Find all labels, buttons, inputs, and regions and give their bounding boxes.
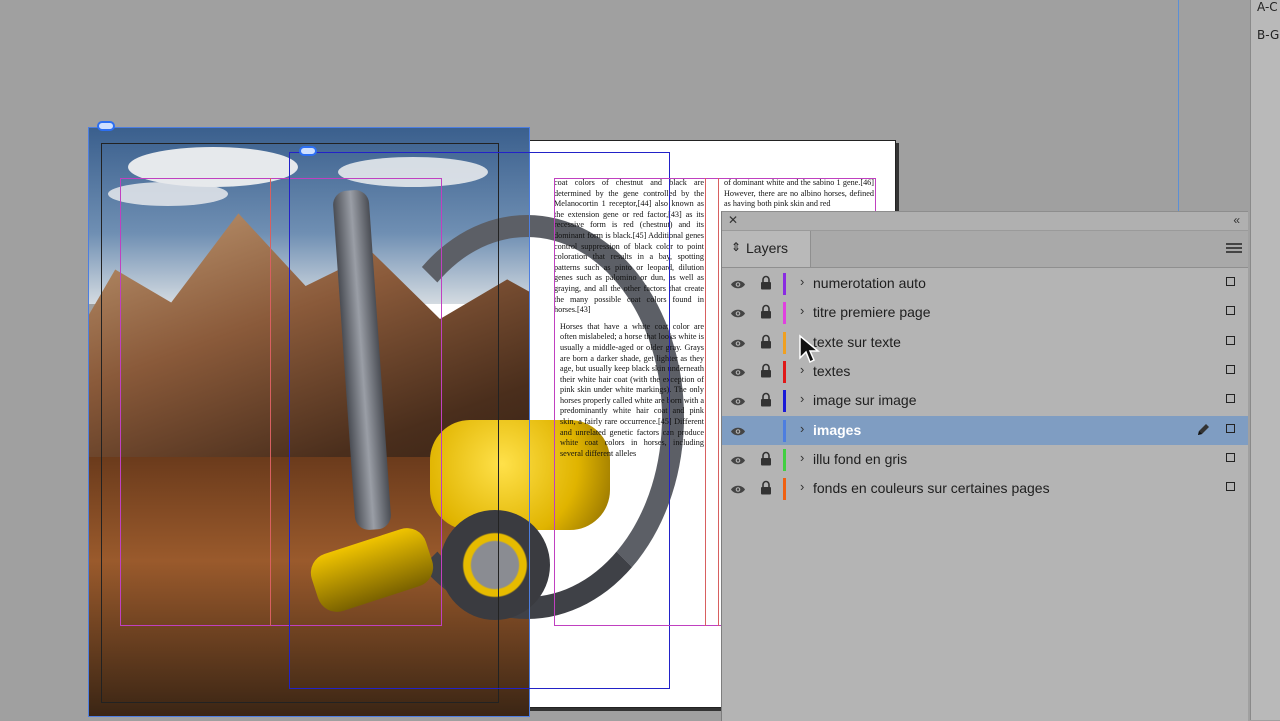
mouse-pointer-icon bbox=[799, 334, 820, 364]
chevron-right-icon[interactable]: › bbox=[800, 274, 804, 289]
layer-color-swatch bbox=[783, 419, 786, 442]
chevron-right-icon[interactable]: › bbox=[800, 303, 804, 318]
layer-select-box[interactable] bbox=[1226, 452, 1235, 462]
layer-row[interactable]: › images bbox=[722, 415, 1248, 445]
panel-titlebar[interactable]: ✕ « bbox=[722, 212, 1248, 231]
collapse-icon[interactable]: « bbox=[1233, 213, 1240, 227]
eye-icon[interactable] bbox=[730, 306, 746, 318]
lock-icon[interactable] bbox=[760, 334, 772, 349]
layer-row[interactable]: › fonds en couleurs sur certaines pages bbox=[722, 474, 1248, 503]
right-panel-strip: A-C B-G bbox=[1250, 0, 1280, 720]
layer-color-swatch bbox=[783, 390, 786, 413]
lock-icon[interactable] bbox=[760, 275, 772, 290]
lock-icon[interactable] bbox=[760, 451, 772, 466]
strip-label-2: B-G bbox=[1257, 28, 1280, 42]
layer-row[interactable]: › numerotation auto bbox=[722, 269, 1248, 298]
link-icon[interactable] bbox=[299, 146, 317, 156]
text-column-left[interactable]: coat colors of chestnut and black are de… bbox=[554, 178, 704, 626]
layer-name[interactable]: illu fond en gris bbox=[813, 451, 907, 467]
eye-icon[interactable] bbox=[730, 482, 746, 494]
layer-name[interactable]: image sur image bbox=[813, 392, 917, 408]
strip-label-1: A-C bbox=[1257, 0, 1278, 14]
layers-panel: ✕ « ⇕ Layers › numerotation auto › titre pr… bbox=[721, 211, 1248, 721]
eye-icon[interactable] bbox=[730, 424, 746, 435]
layer-color-swatch bbox=[783, 273, 786, 295]
layer-select-box[interactable] bbox=[1226, 335, 1235, 345]
layer-row[interactable]: › illu fond en gris bbox=[722, 445, 1248, 474]
layer-color-swatch bbox=[783, 331, 786, 354]
lock-icon[interactable] bbox=[760, 304, 772, 319]
tab-layers-label: Layers bbox=[746, 240, 789, 256]
chevron-right-icon[interactable]: › bbox=[800, 479, 804, 494]
lock-icon[interactable] bbox=[760, 363, 772, 378]
pen-icon bbox=[1196, 423, 1210, 437]
layer-select-box[interactable] bbox=[1226, 423, 1235, 433]
chevron-right-icon[interactable]: › bbox=[800, 450, 804, 465]
layer-select-box[interactable] bbox=[1226, 482, 1235, 492]
close-icon[interactable]: ✕ bbox=[728, 213, 738, 227]
layer-name[interactable]: textes bbox=[813, 363, 850, 379]
layer-select-box[interactable] bbox=[1226, 364, 1235, 374]
layer-select-box[interactable] bbox=[1226, 277, 1235, 286]
chevron-right-icon[interactable]: › bbox=[800, 391, 804, 406]
text-column-right[interactable]: of dominant white and the sabino 1 gene.… bbox=[724, 178, 874, 210]
layer-row[interactable]: › titre premiere page bbox=[722, 298, 1248, 327]
layer-select-box[interactable] bbox=[1226, 394, 1235, 404]
paragraph: of dominant white and the sabino 1 gene.… bbox=[724, 178, 874, 209]
layer-color-swatch bbox=[783, 478, 786, 501]
eye-icon[interactable] bbox=[730, 394, 746, 406]
lock-icon[interactable] bbox=[760, 422, 772, 437]
layer-color-swatch bbox=[783, 302, 786, 325]
panel-tabbar: ⇕ Layers bbox=[722, 231, 1248, 268]
panel-menu-icon[interactable] bbox=[1226, 241, 1242, 255]
layer-color-swatch bbox=[783, 360, 786, 383]
eye-icon[interactable] bbox=[730, 336, 746, 347]
lock-icon[interactable] bbox=[760, 392, 772, 407]
chevron-right-icon[interactable]: › bbox=[800, 421, 804, 436]
updown-arrows-icon: ⇕ bbox=[731, 240, 742, 254]
ruler-guide[interactable] bbox=[1178, 0, 1179, 215]
paragraph: Horses that have a white coat color are … bbox=[560, 321, 704, 458]
eye-icon[interactable] bbox=[730, 453, 746, 465]
link-icon[interactable] bbox=[97, 121, 115, 131]
eye-icon[interactable] bbox=[730, 365, 746, 377]
chevron-right-icon[interactable]: › bbox=[800, 362, 804, 377]
eye-icon[interactable] bbox=[730, 277, 746, 289]
layer-select-box[interactable] bbox=[1226, 306, 1235, 316]
layer-color-swatch bbox=[783, 448, 786, 471]
layer-name[interactable]: fonds en couleurs sur certaines pages bbox=[813, 480, 1050, 496]
layer-name[interactable]: numerotation auto bbox=[813, 275, 926, 291]
tab-layers[interactable]: ⇕ Layers bbox=[722, 231, 811, 267]
paragraph: coat colors of chestnut and black are de… bbox=[554, 178, 704, 315]
layer-row[interactable]: › image sur image bbox=[722, 386, 1248, 415]
layer-name[interactable]: titre premiere page bbox=[813, 304, 931, 320]
layer-name[interactable]: images bbox=[813, 422, 861, 438]
lock-icon[interactable] bbox=[760, 480, 772, 495]
layer-name[interactable]: texte sur texte bbox=[813, 334, 901, 350]
